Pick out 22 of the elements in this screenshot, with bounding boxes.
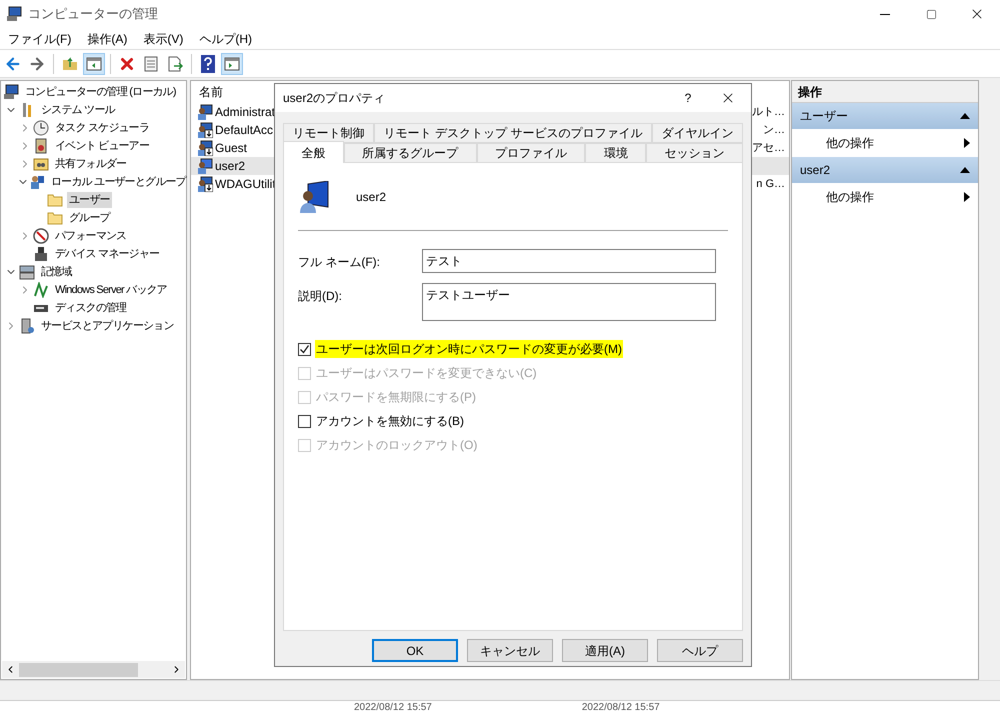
description-text: ン… (763, 122, 785, 138)
date-text: 2022/08/12 15:57 (354, 702, 432, 714)
field-label: フル ネーム(F): (298, 254, 381, 271)
user-name: user2 (215, 158, 246, 175)
checkbox-label: アカウントのロックアウト(O) (315, 437, 478, 454)
description-text: ルト… (752, 104, 785, 120)
user-name: user2 (356, 189, 386, 206)
user-name: DefaultAcc (215, 122, 274, 139)
user-name: Guest (215, 140, 248, 157)
description-text: n G… (756, 176, 785, 192)
user-name: WDAGUtilit (215, 176, 277, 193)
dialog-title: user2のプロパティ (283, 90, 386, 107)
checkbox-label: ユーザーはパスワードを変更できない(C) (315, 365, 538, 382)
field-label: 説明(D): (298, 288, 343, 305)
actions-header: 操作 (792, 81, 978, 103)
description-text: アセ… (752, 140, 785, 156)
date-text: 2022/08/12 15:57 (582, 702, 660, 714)
window-title: コンピューターの管理 (28, 5, 158, 24)
checkbox-label: パスワードを無期限にする(P) (315, 389, 477, 406)
checkbox-label: アカウントを無効にする(B) (315, 413, 465, 430)
user-name: Administrat (215, 104, 276, 121)
checkbox-label: ユーザーは次回ログオン時にパスワードの変更が必要(M) (315, 340, 623, 358)
